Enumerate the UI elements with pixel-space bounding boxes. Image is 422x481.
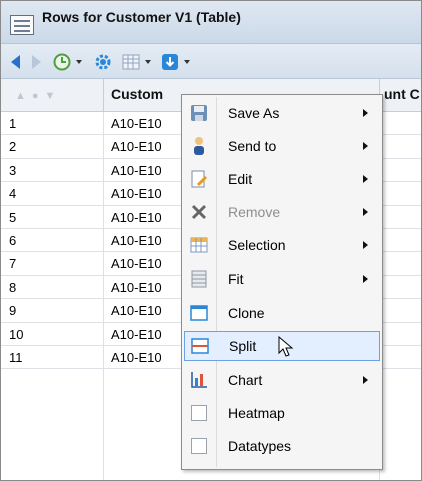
- menu-item-label: Selection: [228, 237, 286, 253]
- grid-icon: [122, 54, 140, 70]
- menu-item-heatmap[interactable]: Heatmap: [184, 398, 380, 428]
- edit-icon: [188, 168, 210, 190]
- chart-icon: [188, 369, 210, 391]
- refresh-icon: [53, 53, 71, 71]
- submenu-arrow-icon: [363, 142, 368, 150]
- send-to-icon: [188, 135, 210, 157]
- menu-item-split[interactable]: Split: [184, 331, 380, 361]
- table-cell[interactable]: A10-E10: [111, 233, 162, 248]
- remove-icon: [188, 201, 210, 223]
- column-header-second[interactable]: unt C: [384, 86, 420, 102]
- row-number: 1: [9, 116, 17, 131]
- column-header-customer[interactable]: Custom: [111, 86, 163, 102]
- menu-item-label: Fit: [228, 271, 244, 287]
- table-cell[interactable]: A10-E10: [111, 303, 162, 318]
- table-cell[interactable]: A10-E10: [111, 350, 162, 365]
- row-number: 2: [9, 139, 17, 155]
- checkbox-icon[interactable]: [188, 402, 210, 424]
- forward-arrow-icon[interactable]: [32, 52, 41, 72]
- submenu-arrow-icon: [363, 109, 368, 117]
- save-icon: [188, 102, 210, 124]
- submenu-arrow-icon: [363, 175, 368, 183]
- layout-button[interactable]: [122, 52, 151, 72]
- chevron-down-icon: [145, 60, 151, 64]
- menu-item-edit[interactable]: Edit: [184, 164, 380, 194]
- table-cell[interactable]: A10-E10: [111, 280, 162, 295]
- row-number: 7: [9, 256, 17, 272]
- refresh-button[interactable]: [53, 52, 82, 72]
- gear-icon: [95, 54, 111, 70]
- submenu-arrow-icon: [363, 376, 368, 384]
- submenu-arrow-icon: [363, 275, 368, 283]
- mouse-cursor-icon: [278, 336, 294, 357]
- menu-item-chart[interactable]: Chart: [184, 365, 380, 395]
- menu-item-label: Split: [229, 338, 257, 354]
- window-title: Rows for Customer V1 (Table): [42, 9, 241, 25]
- back-arrow-icon[interactable]: [11, 52, 20, 72]
- circle-icon[interactable]: ●: [32, 90, 39, 102]
- selection-icon: [188, 234, 210, 256]
- menu-item-label: Save As: [228, 105, 280, 121]
- row-number: 10: [9, 326, 24, 342]
- table-window: Rows for Customer V1 (Table) ▲ ● ▼ Custo…: [0, 0, 422, 481]
- menu-item-datatypes[interactable]: Datatypes: [184, 431, 380, 461]
- row-number: 5: [9, 209, 17, 225]
- table-cell[interactable]: A10-E10: [111, 186, 162, 201]
- filter-icon[interactable]: ▼: [45, 90, 56, 102]
- checkbox-icon[interactable]: [188, 435, 210, 457]
- menu-item-save-as[interactable]: Save As: [184, 98, 380, 128]
- menu-item-label: Send to: [228, 138, 277, 154]
- table-cell[interactable]: A10-E10: [111, 163, 162, 178]
- table-icon: [10, 15, 34, 35]
- split-icon: [189, 335, 211, 357]
- submenu-arrow-icon: [363, 241, 368, 249]
- menu-item-label: Datatypes: [228, 438, 292, 454]
- menu-item-label: Edit: [228, 171, 253, 187]
- menu-item-send-to[interactable]: Send to: [184, 131, 380, 161]
- chevron-down-icon: [76, 60, 82, 64]
- clone-icon: [188, 302, 210, 324]
- row-number: 8: [9, 279, 17, 295]
- table-cell[interactable]: A10-E10: [111, 139, 162, 154]
- column-tools[interactable]: ▲ ● ▼: [15, 90, 55, 102]
- toolbar: [1, 44, 421, 79]
- download-icon: [162, 54, 178, 70]
- menu-item-label: Clone: [228, 305, 265, 321]
- row-number: 9: [9, 303, 17, 319]
- settings-button[interactable]: [94, 52, 112, 72]
- menu-item-selection[interactable]: Selection: [184, 230, 380, 260]
- fit-icon: [188, 268, 210, 290]
- table-cell[interactable]: A10-E10: [111, 256, 162, 271]
- menu-item-remove[interactable]: Remove: [184, 197, 380, 227]
- chevron-down-icon: [184, 60, 190, 64]
- row-number: 3: [9, 162, 17, 178]
- table-cell[interactable]: A10-E10: [111, 210, 162, 225]
- menu-item-label: Remove: [228, 204, 281, 220]
- submenu-arrow-icon: [363, 208, 368, 216]
- context-menu: Save As Send to Edit Remove Selection Fi…: [181, 94, 383, 470]
- table-cell[interactable]: A10-E10: [111, 116, 162, 131]
- table-cell[interactable]: A10-E10: [111, 327, 162, 342]
- menu-item-label: Heatmap: [228, 405, 285, 421]
- row-number: 6: [9, 232, 17, 248]
- sort-icon[interactable]: ▲: [15, 90, 26, 102]
- row-number: 11: [9, 349, 23, 365]
- menu-item-fit[interactable]: Fit: [184, 264, 380, 294]
- row-number: 4: [9, 186, 17, 202]
- title-bar: Rows for Customer V1 (Table): [1, 1, 421, 44]
- export-button[interactable]: [161, 52, 190, 72]
- menu-item-clone[interactable]: Clone: [184, 298, 380, 328]
- menu-item-label: Chart: [228, 372, 263, 388]
